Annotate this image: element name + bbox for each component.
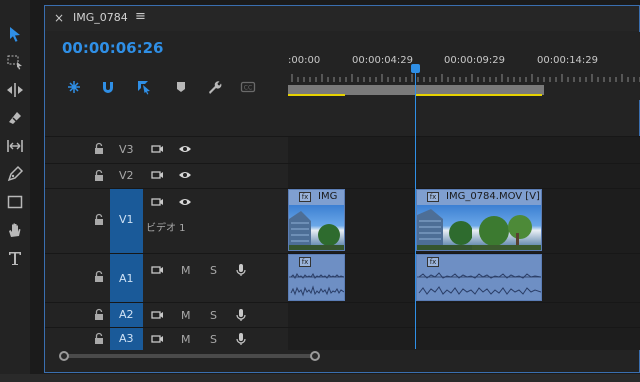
mute-button[interactable]: M	[181, 333, 191, 346]
sync-lock-icon[interactable]	[150, 332, 164, 346]
track-a1[interactable]: fx fx	[288, 254, 640, 302]
hand-tool-icon[interactable]	[3, 218, 27, 242]
video-clip[interactable]: fx IMG_0784.MOV [V]	[416, 189, 542, 251]
marker-icon[interactable]	[172, 79, 190, 95]
lock-icon[interactable]	[92, 332, 106, 346]
track-target-a1[interactable]: A1	[110, 254, 143, 302]
audio-clip[interactable]: fx	[288, 254, 345, 301]
work-area-render-bar	[416, 94, 542, 96]
captions-icon[interactable]: CC	[239, 79, 257, 95]
lock-icon[interactable]	[92, 308, 106, 322]
pen-tool-icon[interactable]	[3, 162, 27, 186]
track-target-a2[interactable]: A2	[110, 303, 143, 327]
clip-thumbnail	[472, 205, 541, 250]
track-name: ビデオ 1	[146, 223, 186, 234]
ruler-ticks	[291, 74, 640, 82]
zoom-scrollbar[interactable]	[64, 354, 316, 358]
linked-selection-icon[interactable]	[135, 79, 153, 95]
fx-badge: fx	[299, 192, 311, 202]
track-label: A2	[119, 308, 134, 321]
microphone-icon[interactable]	[234, 263, 248, 277]
track-header-a1: A1 M S	[45, 254, 288, 302]
razor-tool-icon[interactable]	[3, 106, 27, 130]
sequence-name[interactable]: IMG_0784	[73, 11, 128, 24]
sync-lock-icon[interactable]	[150, 142, 164, 156]
microphone-icon[interactable]	[234, 332, 248, 346]
sync-lock-icon[interactable]	[150, 195, 164, 209]
rectangle-tool-icon[interactable]	[3, 190, 27, 214]
ruler-label: 00:00:09:29	[444, 55, 506, 66]
solo-button[interactable]: S	[210, 333, 217, 346]
playhead-timecode[interactable]: 00:00:06:26	[62, 39, 164, 57]
track-label: V3	[119, 143, 134, 156]
track-header-a3: A3 M S	[45, 328, 288, 350]
eye-visibility-icon[interactable]	[178, 142, 192, 156]
panel-menu-icon[interactable]: ≡	[135, 9, 146, 24]
lock-icon[interactable]	[92, 142, 106, 156]
track-header-v1: V1 ビデオ 1	[45, 189, 288, 253]
wrench-settings-icon[interactable]	[205, 79, 223, 95]
slip-tool-icon[interactable]	[3, 134, 27, 158]
track-label: A3	[119, 332, 134, 345]
svg-text:CC: CC	[244, 85, 252, 92]
track-a2[interactable]	[288, 303, 640, 327]
lock-icon[interactable]	[92, 213, 106, 227]
track-header-a2: A2 M S	[45, 303, 288, 327]
track-header-v3: V3	[45, 137, 288, 163]
sync-lock-icon[interactable]	[150, 308, 164, 322]
clip-thumbnail	[417, 205, 472, 250]
tools-panel	[0, 0, 30, 382]
track-label: V1	[119, 213, 134, 226]
video-clip[interactable]: fx IMG	[288, 189, 345, 251]
sync-lock-icon[interactable]	[150, 168, 164, 182]
selection-tool-icon[interactable]	[3, 22, 27, 46]
track-v3[interactable]	[288, 137, 640, 163]
mute-button[interactable]: M	[181, 309, 191, 322]
timeline-panel: × IMG_0784 ≡ 00:00:06:26 CC :00:00 00:00…	[44, 5, 640, 373]
work-area-render-bar	[288, 94, 345, 96]
sync-lock-icon[interactable]	[150, 263, 164, 277]
type-tool-icon[interactable]	[3, 246, 27, 270]
clip-name: IMG	[318, 191, 338, 202]
track-label: A1	[119, 272, 134, 285]
track-a3[interactable]	[288, 328, 640, 350]
track-target-a3[interactable]: A3	[110, 328, 143, 350]
track-target-v1[interactable]: V1	[110, 189, 143, 253]
track-select-tool-icon[interactable]	[3, 50, 27, 74]
clip-name: IMG_0784.MOV [V]	[446, 191, 540, 202]
timeline-tab: × IMG_0784 ≡	[45, 6, 639, 31]
track-v1[interactable]: fx IMG fx IMG_0784.MOV [V]	[288, 189, 640, 253]
audio-clip[interactable]: fx	[416, 254, 542, 301]
fx-badge: fx	[427, 192, 439, 202]
bottom-bar	[0, 374, 640, 382]
solo-button[interactable]: S	[210, 264, 217, 277]
track-label: V2	[119, 169, 134, 182]
track-v2[interactable]	[288, 164, 640, 188]
close-icon[interactable]: ×	[54, 11, 64, 25]
time-ruler[interactable]: :00:00 00:00:04:29 00:00:09:29 00:00:14:…	[288, 32, 640, 100]
playhead-handle[interactable]	[411, 64, 420, 73]
lock-icon[interactable]	[92, 270, 106, 284]
eye-visibility-icon[interactable]	[178, 195, 192, 209]
mute-button[interactable]: M	[181, 264, 191, 277]
eye-visibility-icon[interactable]	[178, 168, 192, 182]
zoom-handle-right[interactable]	[310, 351, 320, 361]
clip-thumbnail	[289, 205, 344, 250]
ruler-label: 00:00:04:29	[352, 55, 414, 66]
ruler-label: :00:00	[288, 55, 321, 66]
magnet-snap-icon[interactable]	[99, 79, 117, 95]
solo-button[interactable]: S	[210, 309, 217, 322]
playhead-line[interactable]	[415, 66, 416, 349]
track-header-v2: V2	[45, 164, 288, 188]
zoom-handle-left[interactable]	[59, 351, 69, 361]
lock-icon[interactable]	[92, 169, 106, 183]
snap-nest-icon[interactable]	[65, 79, 83, 95]
microphone-icon[interactable]	[234, 308, 248, 322]
ripple-edit-tool-icon[interactable]	[3, 78, 27, 102]
ruler-label: 00:00:14:29	[537, 55, 599, 66]
